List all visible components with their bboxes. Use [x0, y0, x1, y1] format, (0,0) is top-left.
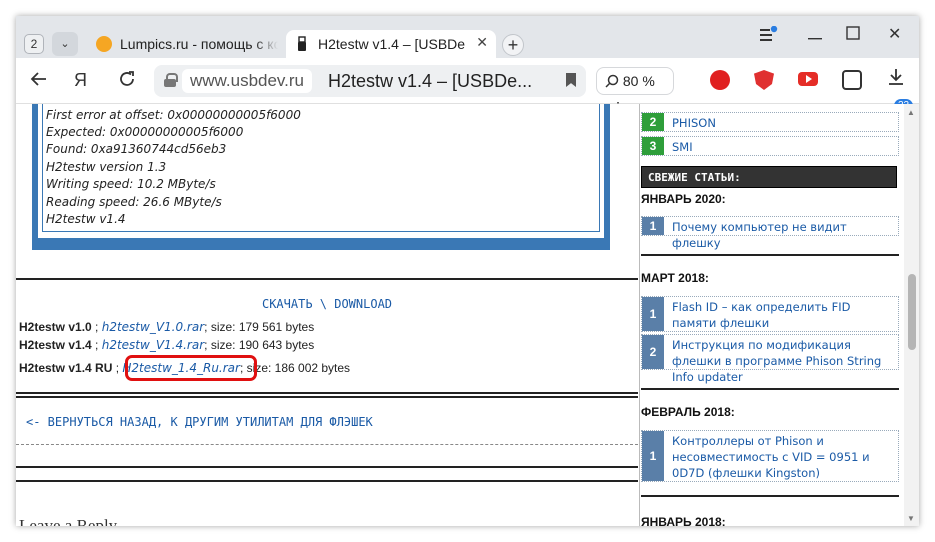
- code-line: H2testw v1.4: [46, 212, 126, 226]
- item-label[interactable]: Инструкция по модификация флешки в прогр…: [672, 337, 894, 385]
- divider: [16, 466, 638, 468]
- back-arrow-icon[interactable]: [30, 70, 48, 93]
- file-name: H2testw v1.4 RU: [19, 361, 113, 375]
- separator: ;: [112, 361, 123, 375]
- navigation-toolbar: Я www.usbdev.ru H2testw v1.4 – [USBDe...…: [16, 58, 919, 115]
- item-label[interactable]: SMI: [672, 139, 894, 155]
- code-line: Writing speed: 10.2 MByte/s: [46, 177, 216, 191]
- main-content: First error at offset: 0x00000000005f600…: [16, 104, 640, 526]
- month-heading: МАРТ 2018:: [641, 271, 709, 285]
- divider: [16, 278, 638, 280]
- file-name: H2testw v1.4: [19, 338, 92, 352]
- tab-h2testw[interactable]: H2testw v1.4 – [USBDe ✕: [286, 30, 496, 58]
- file-row: H2testw v1.0 ; h2testw_V1.0.rar; size: 1…: [19, 320, 314, 334]
- file-name: H2testw v1.0: [19, 320, 92, 334]
- new-tab-button[interactable]: +: [502, 34, 524, 56]
- maximize-icon[interactable]: [846, 26, 860, 45]
- tab-bar: 2 ⌄ Lumpics.ru - помощь с ко H2testw v1.…: [16, 16, 919, 58]
- file-link[interactable]: h2testw_V1.4.rar: [102, 338, 204, 352]
- magnifier-icon: [605, 74, 619, 88]
- youtube-icon[interactable]: [798, 72, 818, 86]
- item-number: 2: [642, 335, 664, 369]
- download-link[interactable]: СКАЧАТЬ \ DOWNLOAD: [16, 297, 638, 311]
- yandex-logo-icon[interactable]: Я: [74, 70, 87, 91]
- zoom-level: 80 %: [622, 73, 655, 89]
- file-size: ; size: 179 561 bytes: [204, 320, 315, 334]
- month-heading: ФЕВРАЛЬ 2018:: [641, 405, 735, 419]
- divider: [641, 254, 899, 256]
- scroll-up-icon[interactable]: ▲: [907, 108, 915, 117]
- extensions-icon[interactable]: [842, 70, 862, 90]
- reload-icon[interactable]: [118, 70, 136, 93]
- lock-icon[interactable]: [164, 73, 178, 87]
- fresh-articles-header: СВЕЖИЕ СТАТЬИ:: [641, 166, 897, 188]
- tab-count-button[interactable]: 2: [24, 34, 44, 54]
- separator: ;: [91, 338, 102, 352]
- list-item[interactable]: 1 Контроллеры от Phison и несовместимост…: [641, 430, 899, 482]
- item-label[interactable]: Flash ID – как определить FID памяти фле…: [672, 299, 894, 331]
- url-domain[interactable]: www.usbdev.ru: [182, 69, 313, 93]
- scroll-thumb[interactable]: [908, 274, 916, 350]
- item-number: 3: [642, 137, 664, 155]
- month-heading: ЯНВАРЬ 2020:: [641, 192, 726, 206]
- file-row: H2testw v1.4 ; h2testw_V1.4.rar; size: 1…: [19, 338, 314, 352]
- adguard-shield-icon[interactable]: [754, 70, 774, 90]
- divider: [16, 444, 638, 445]
- tab-title: H2testw v1.4 – [USBDe: [318, 36, 466, 52]
- item-number: 2: [642, 113, 664, 131]
- tab-list-dropdown[interactable]: ⌄: [52, 32, 78, 56]
- orange-favicon-icon: [96, 36, 112, 52]
- item-number: 1: [642, 431, 664, 481]
- bookmark-icon[interactable]: [566, 73, 576, 87]
- list-item[interactable]: 2 PHISON: [641, 112, 899, 132]
- list-item[interactable]: 1 Почему компьютер не видит флешку: [641, 216, 899, 250]
- divider: [16, 392, 638, 394]
- scroll-down-icon[interactable]: ▼: [907, 514, 915, 523]
- highlight-annotation: [125, 355, 257, 381]
- tab-title: Lumpics.ru - помощь с ко: [120, 36, 278, 52]
- address-bar[interactable]: www.usbdev.ru H2testw v1.4 – [USBDe...: [154, 65, 586, 97]
- sidebar-divider: [639, 104, 640, 526]
- code-line: Reading speed: 26.6 MByte/s: [46, 195, 222, 209]
- separator: ;: [91, 320, 102, 334]
- code-line: Found: 0xa91360744cd56eb3: [46, 142, 227, 156]
- close-window-icon[interactable]: ✕: [888, 24, 901, 44]
- downloads-icon[interactable]: [888, 68, 904, 91]
- code-line: Expected: 0x00000000005f6000: [46, 125, 244, 139]
- item-number: 1: [642, 217, 664, 235]
- tab-manager-icon[interactable]: [760, 25, 778, 47]
- file-size: ; size: 190 643 bytes: [204, 338, 315, 352]
- page-viewport: First error at offset: 0x00000000005f600…: [16, 104, 919, 526]
- list-item[interactable]: 3 SMI: [641, 136, 899, 156]
- divider: [641, 495, 899, 497]
- code-line: First error at offset: 0x00000000005f600…: [46, 108, 301, 122]
- item-label[interactable]: Контроллеры от Phison и несовместимость …: [672, 433, 894, 481]
- minimize-icon[interactable]: [808, 30, 822, 48]
- sidebar: 2 PHISON 3 SMI СВЕЖИЕ СТАТЬИ: ЯНВАРЬ 202…: [641, 104, 901, 526]
- list-item[interactable]: 1 Flash ID – как определить FID памяти ф…: [641, 296, 899, 332]
- adblock-hand-icon[interactable]: [710, 70, 730, 90]
- zoom-indicator[interactable]: 80 % ⋮: [596, 67, 674, 115]
- divider: [16, 396, 638, 398]
- url-page-title: H2testw v1.4 – [USBDe...: [328, 71, 533, 91]
- file-link[interactable]: h2testw_V1.0.rar: [102, 320, 204, 334]
- month-heading: ЯНВАРЬ 2018:: [641, 515, 726, 526]
- scrollbar[interactable]: ▲ ▼: [904, 104, 919, 526]
- item-number: 1: [642, 297, 664, 331]
- reply-heading: Leave a Reply: [19, 516, 118, 526]
- list-item[interactable]: 2 Инструкция по модификация флешки в про…: [641, 334, 899, 384]
- item-label[interactable]: PHISON: [672, 115, 894, 131]
- usb-favicon-icon: [294, 36, 310, 52]
- code-line: H2testw version 1.3: [46, 160, 167, 174]
- divider: [16, 480, 638, 482]
- item-label[interactable]: Почему компьютер не видит флешку: [672, 219, 894, 251]
- browser-window: 2 ⌄ Lumpics.ru - помощь с ко H2testw v1.…: [16, 16, 919, 526]
- back-link[interactable]: <- ВЕРНУТЬСЯ НАЗАД, К ДРУГИМ УТИЛИТАМ ДЛ…: [26, 415, 373, 429]
- close-tab-icon[interactable]: ✕: [476, 34, 488, 51]
- divider: [641, 388, 899, 390]
- tab-lumpics[interactable]: Lumpics.ru - помощь с ко: [88, 30, 278, 58]
